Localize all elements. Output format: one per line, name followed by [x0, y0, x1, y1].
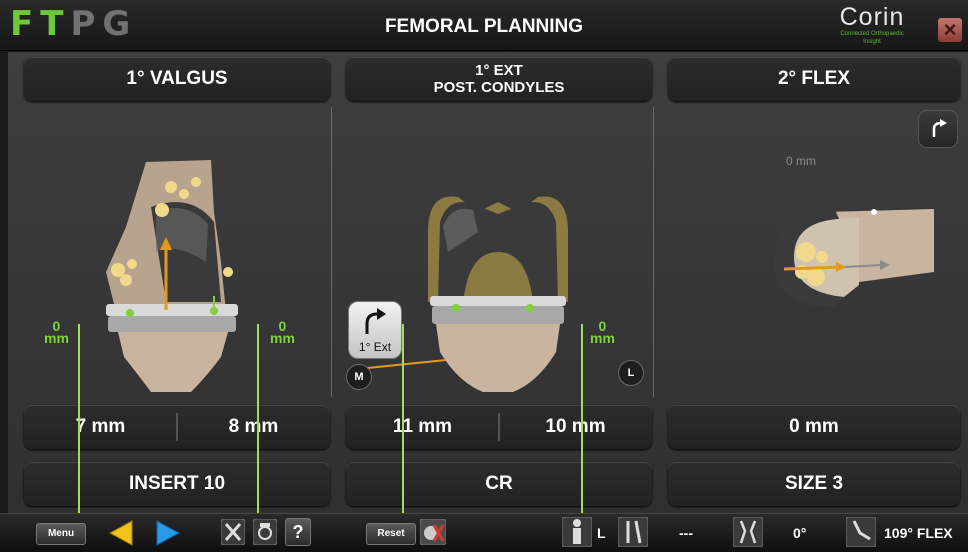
ftpg-logo: FTPG: [10, 4, 137, 44]
left-gap-field: 7 mm 8 mm: [24, 405, 330, 449]
guide-line: [78, 324, 80, 513]
close-icon: ×: [943, 17, 957, 42]
guide-line: [257, 324, 259, 513]
operative-side: L: [597, 525, 606, 541]
external-rotation-button[interactable]: 1° Ext: [348, 301, 402, 359]
implant-type-button[interactable]: CR: [346, 462, 652, 506]
flexion-header[interactable]: 2° FLEX: [668, 57, 960, 101]
rotation-header-line1: 1° EXT: [475, 62, 523, 79]
next-arrow-icon[interactable]: [155, 519, 181, 547]
return-arrow-icon: [932, 119, 947, 137]
patient-leg-icon[interactable]: [562, 517, 592, 547]
rotate-arrow-icon: [365, 308, 386, 334]
left-medial-offset: 0 mm: [44, 318, 69, 346]
logo-letter-p: P: [70, 4, 103, 44]
logo-letter-g: G: [102, 4, 138, 44]
camera-icon[interactable]: [253, 519, 277, 545]
logo-letter-t: T: [40, 4, 71, 44]
medial-side-button[interactable]: M: [346, 364, 372, 390]
clear-planning-icon[interactable]: [420, 519, 446, 545]
main-area: 1° VALGUS 1° EXT POST. CONDYLES 2° FLEX: [8, 52, 968, 513]
logo-letter-f: F: [10, 4, 41, 44]
center-lateral-gap[interactable]: 10 mm: [499, 405, 652, 449]
left-lateral-offset: 0 mm: [270, 318, 295, 346]
rotate-view-button[interactable]: [918, 110, 958, 148]
reset-button[interactable]: Reset: [366, 523, 416, 545]
varus-valgus-value: 0°: [793, 525, 807, 541]
help-button[interactable]: ?: [285, 518, 311, 546]
knee-coronal-view: [106, 160, 238, 392]
panel-separator: [331, 107, 332, 397]
left-lateral-gap[interactable]: 8 mm: [177, 405, 330, 449]
valgus-header[interactable]: 1° VALGUS: [24, 57, 330, 101]
brand-name: Corin: [839, 3, 905, 31]
previous-arrow-icon[interactable]: [108, 519, 134, 547]
menu-button[interactable]: Menu: [36, 523, 86, 545]
brand-tagline: Connected Orthopaedic Insight: [840, 31, 904, 45]
lateral-side-button[interactable]: L: [618, 360, 644, 386]
page-title: FEMORAL PLANNING: [384, 16, 584, 37]
guide-line: [581, 324, 583, 513]
insert-thickness-button[interactable]: INSERT 10: [24, 462, 330, 506]
bottom-toolbar: Menu ? Reset L --- 0° 109° FLEX: [0, 513, 968, 552]
brand-logo: Corin Connected Orthopaedic Insight: [836, 4, 908, 46]
rotation-header-line2: POST. CONDYLES: [433, 79, 565, 96]
center-gap-field: 11 mm 10 mm: [346, 405, 652, 449]
title-bar: FTPG FEMORAL PLANNING Corin Connected Or…: [0, 0, 968, 51]
panel-separator: [653, 107, 654, 397]
close-button[interactable]: ×: [938, 18, 962, 42]
center-lateral-offset: 0 mm: [590, 318, 615, 346]
tools-icon[interactable]: [221, 519, 245, 545]
rotation-header[interactable]: 1° EXT POST. CONDYLES: [346, 57, 652, 101]
right-gap-field[interactable]: 0 mm: [668, 405, 960, 449]
flexion-value: 109° FLEX: [884, 525, 953, 541]
knee-sagittal-view: [774, 207, 934, 307]
alignment-value: ---: [679, 525, 693, 541]
implant-size-button[interactable]: SIZE 3: [668, 462, 960, 506]
guide-line: [402, 324, 404, 513]
sagittal-distance-label: 0 mm: [786, 154, 816, 168]
leg-alignment-icon[interactable]: [618, 517, 648, 547]
center-medial-gap[interactable]: 11 mm: [346, 405, 499, 449]
left-medial-gap[interactable]: 7 mm: [24, 405, 177, 449]
external-rotation-label: 1° Ext: [358, 340, 392, 354]
knee-flexion-icon[interactable]: [846, 517, 876, 547]
knee-angle-icon[interactable]: [733, 517, 763, 547]
